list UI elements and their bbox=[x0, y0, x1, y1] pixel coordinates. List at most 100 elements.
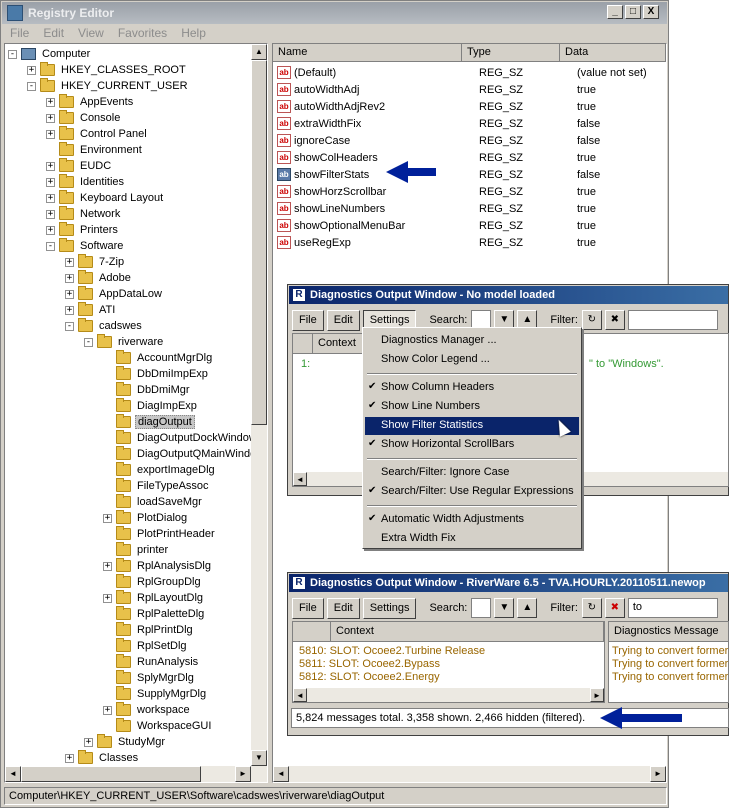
tree-scroll-thumb[interactable] bbox=[251, 60, 267, 425]
title-bar[interactable]: Registry Editor _ □ X bbox=[2, 2, 667, 24]
tree-node[interactable]: Environment bbox=[46, 142, 144, 158]
tree-node[interactable]: - HKEY_CURRENT_USER bbox=[27, 78, 190, 94]
scroll-left-icon[interactable]: ◄ bbox=[293, 688, 307, 702]
settings-menu-item[interactable]: ✔ Search/Filter: Use Regular Expressions bbox=[365, 483, 579, 501]
settings-menu-item[interactable]: Search/Filter: Ignore Case bbox=[365, 464, 579, 482]
tree-node[interactable]: - riverware bbox=[84, 334, 165, 350]
expand-icon[interactable]: + bbox=[103, 513, 112, 523]
diag2-message-row[interactable]: Trying to convert former bbox=[612, 658, 728, 670]
tree-node[interactable]: - Software bbox=[46, 238, 125, 254]
registry-value-row[interactable]: ab showOptionalMenuBar REG_SZ true bbox=[277, 217, 666, 234]
settings-menu-item[interactable]: ✔ Show Line Numbers bbox=[365, 398, 579, 416]
registry-value-row[interactable]: ab autoWidthAdjRev2 REG_SZ true bbox=[277, 98, 666, 115]
tree-node[interactable]: DiagImpExp bbox=[103, 398, 199, 414]
diag1-filter-input[interactable] bbox=[627, 310, 718, 330]
tree-node[interactable]: + Classes bbox=[65, 750, 140, 766]
settings-menu-item[interactable]: ✔ Show Column Headers bbox=[365, 379, 579, 397]
registry-value-row[interactable]: ab extraWidthFix REG_SZ false bbox=[277, 115, 666, 132]
settings-menu-item[interactable]: ✔ Show Horizontal ScrollBars bbox=[365, 436, 579, 454]
tree-node[interactable]: +7-Zip bbox=[65, 254, 126, 270]
diag2-filter-input[interactable]: to bbox=[627, 598, 718, 618]
expand-icon[interactable]: + bbox=[27, 65, 36, 75]
expand-icon[interactable]: + bbox=[65, 273, 74, 283]
scroll-down-icon[interactable]: ▼ bbox=[251, 750, 267, 766]
scroll-left-icon[interactable]: ◄ bbox=[293, 472, 307, 486]
tree-node[interactable]: FileTypeAssoc bbox=[103, 478, 211, 494]
diag2-context-list[interactable]: Context 5810: SLOT: Ocoee2.Turbine Relea… bbox=[292, 621, 605, 703]
registry-value-row[interactable]: ab ignoreCase REG_SZ false bbox=[277, 132, 666, 149]
expand-icon[interactable]: + bbox=[65, 305, 74, 315]
diag2-message-row[interactable]: Trying to convert former bbox=[612, 645, 728, 657]
tree-node[interactable]: DbDmiMgr bbox=[103, 382, 192, 398]
menu-view[interactable]: View bbox=[70, 26, 110, 40]
expand-icon[interactable]: + bbox=[46, 193, 55, 203]
tree-vertical-scrollbar[interactable]: ▲ ▼ bbox=[251, 44, 267, 766]
expand-icon[interactable]: + bbox=[84, 737, 93, 747]
registry-value-row[interactable]: ab (Default) REG_SZ (value not set) bbox=[277, 64, 666, 81]
tree-node[interactable]: loadSaveMgr bbox=[103, 494, 204, 510]
tree-node[interactable]: AccountMgrDlg bbox=[103, 350, 214, 366]
column-name[interactable]: Name bbox=[273, 44, 462, 62]
collapse-icon[interactable]: - bbox=[27, 81, 36, 91]
tree-node[interactable]: - cadswes bbox=[65, 318, 144, 334]
tree-node[interactable]: printer bbox=[103, 542, 170, 558]
diag2-context-row[interactable]: 5812: SLOT: Ocoee2.Energy bbox=[299, 671, 440, 683]
tree-node[interactable]: + PlotDialog bbox=[103, 510, 189, 526]
diag1-file-button[interactable]: File bbox=[292, 309, 324, 331]
tree-node[interactable]: + EUDC bbox=[46, 158, 113, 174]
menu-favorites[interactable]: Favorites bbox=[110, 26, 173, 40]
clear-filter-icon[interactable]: ✖ bbox=[604, 310, 625, 330]
tree-node[interactable]: - Computer bbox=[8, 46, 92, 62]
diag2-context-row[interactable]: 5810: SLOT: Ocoee2.Turbine Release bbox=[299, 645, 485, 657]
search-up-icon[interactable]: ▲ bbox=[517, 598, 538, 618]
registry-value-row[interactable]: ab showColHeaders REG_SZ true bbox=[277, 149, 666, 166]
settings-menu-item[interactable]: Extra Width Fix bbox=[365, 530, 579, 548]
tree-node[interactable]: RplGroupDlg bbox=[103, 574, 203, 590]
registry-value-row[interactable]: ab showFilterStats REG_SZ false bbox=[277, 166, 666, 183]
scroll-right-icon[interactable]: ► bbox=[650, 766, 666, 782]
expand-icon[interactable]: + bbox=[46, 97, 55, 107]
registry-value-row[interactable]: ab showLineNumbers REG_SZ true bbox=[277, 200, 666, 217]
search-down-icon[interactable]: ▼ bbox=[494, 598, 515, 618]
tree-node[interactable]: + Console bbox=[46, 110, 122, 126]
diag2-context-hscrollbar[interactable]: ◄ ► bbox=[293, 688, 604, 702]
diag1-title-bar[interactable]: R Diagnostics Output Window - No model l… bbox=[289, 286, 728, 304]
tree-horizontal-scrollbar[interactable]: ◄ ► bbox=[5, 766, 267, 782]
tree-node[interactable]: DiagOutputQMainWindow bbox=[103, 446, 266, 462]
column-type[interactable]: Type bbox=[462, 44, 560, 62]
diag2-edit-button[interactable]: Edit bbox=[326, 597, 360, 619]
settings-menu-item[interactable]: Diagnostics Manager ... bbox=[365, 332, 579, 350]
tree-node[interactable]: WorkspaceGUI bbox=[103, 718, 213, 734]
tree-node[interactable]: SupplyMgrDlg bbox=[103, 686, 208, 702]
tree-node[interactable]: + Control Panel bbox=[46, 126, 149, 142]
minimize-button[interactable]: _ bbox=[607, 5, 623, 19]
settings-menu-item[interactable]: Show Color Legend ... bbox=[365, 351, 579, 369]
tree-node[interactable]: diagOutput bbox=[103, 414, 195, 430]
tree-node[interactable]: + Keyboard Layout bbox=[46, 190, 165, 206]
tree-node[interactable]: + AppEvents bbox=[46, 94, 135, 110]
settings-menu-item[interactable]: Show Filter Statistics bbox=[365, 417, 579, 435]
diag2-context-header[interactable]: Context bbox=[331, 622, 604, 642]
expand-icon[interactable]: + bbox=[103, 561, 112, 571]
diag2-title-bar[interactable]: R Diagnostics Output Window - RiverWare … bbox=[289, 574, 728, 592]
registry-value-row[interactable]: ab showHorzScrollbar REG_SZ true bbox=[277, 183, 666, 200]
diag2-message-list[interactable]: Diagnostics Message Trying to convert fo… bbox=[608, 621, 729, 703]
expand-icon[interactable]: + bbox=[65, 753, 74, 763]
tree-node[interactable]: exportImageDlg bbox=[103, 462, 217, 478]
tree-node[interactable]: RunAnalysis bbox=[103, 654, 200, 670]
expand-icon[interactable]: + bbox=[46, 225, 55, 235]
tree-node[interactable]: + Printers bbox=[46, 222, 120, 238]
scroll-left-icon[interactable]: ◄ bbox=[273, 766, 289, 782]
expand-icon[interactable]: + bbox=[65, 257, 74, 267]
tree-node[interactable]: SplyMgrDlg bbox=[103, 670, 196, 686]
tree-node[interactable]: + workspace bbox=[103, 702, 192, 718]
tree-node[interactable]: + Identities bbox=[46, 174, 126, 190]
tree-node[interactable]: + Adobe bbox=[65, 270, 133, 286]
collapse-icon[interactable]: - bbox=[84, 337, 93, 347]
close-button[interactable]: X bbox=[643, 5, 659, 19]
collapse-icon[interactable]: - bbox=[65, 321, 74, 331]
menu-help[interactable]: Help bbox=[173, 26, 212, 40]
scroll-right-icon[interactable]: ► bbox=[590, 688, 604, 702]
expand-icon[interactable]: + bbox=[103, 705, 112, 715]
tree-node[interactable]: RplSetDlg bbox=[103, 638, 189, 654]
